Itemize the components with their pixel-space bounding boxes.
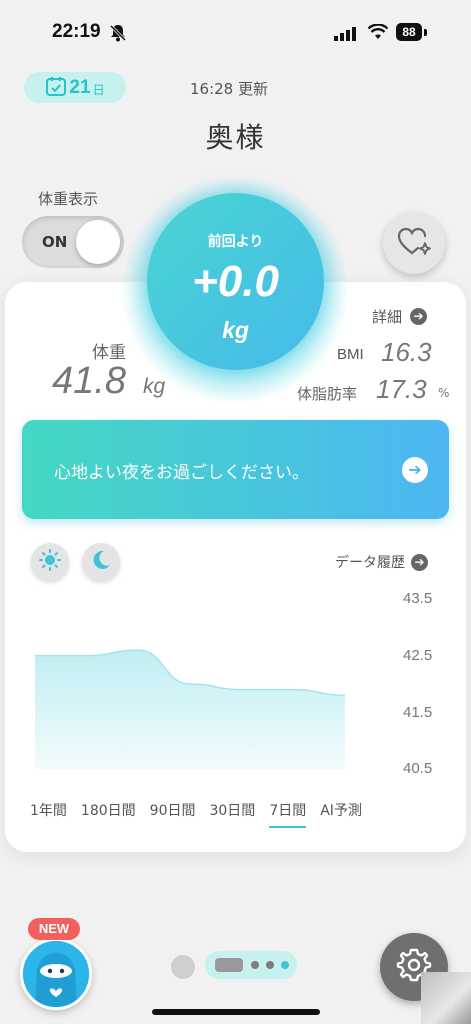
range-tab-ai-forecast[interactable]: AI予測 [320,800,362,828]
bell-muted-icon [109,24,127,46]
history-label: データ履歴 [335,555,405,571]
weight-change-bubble[interactable]: 前回より +0.0 kg [147,193,324,370]
updated-time: 16:28 更新 [190,80,268,98]
y-tick-label: 41.5 [403,704,433,721]
body-fat-label: 体脂肪率 [297,385,358,403]
weight-display-label: 体重表示 [38,190,99,208]
toggle-knob [76,220,120,264]
change-label: 前回より [207,234,264,250]
mascot-avatar-icon [23,941,89,1007]
range-tab-1year[interactable]: 1年間 [30,800,67,828]
day-count: 21 [69,76,91,98]
body-fat-unit: % [438,386,450,400]
new-badge: NEW [28,918,80,940]
signal-icon [334,26,358,45]
message-text: 心地よい夜をお過ごしください。 [54,463,309,483]
day-unit: 日 [92,83,105,97]
weight-display-toggle[interactable]: ON [22,216,124,268]
page-indicator-current [215,958,243,972]
page-dot [281,961,289,969]
weight-unit: kg [143,375,166,398]
sun-icon [39,549,61,575]
data-history-link[interactable]: データ履歴 ➔ [335,552,428,572]
range-tab-90days[interactable]: 90日間 [150,800,196,828]
y-tick-label: 43.5 [403,590,433,607]
night-mode-button[interactable] [82,543,120,581]
page-dot [251,961,259,969]
range-tab-180days[interactable]: 180日間 [81,800,136,828]
favorite-button[interactable] [383,212,445,274]
range-tab-30days[interactable]: 30日間 [209,800,255,828]
chart-svg [35,649,346,769]
status-time: 22:19 [52,21,101,42]
y-tick-label: 40.5 [403,760,433,777]
mascot-button[interactable] [20,938,92,1010]
user-name[interactable]: 奥様 [0,116,471,156]
body-fat-value: 17.3 [376,374,427,404]
battery-indicator: 88 [396,23,422,41]
range-tab-7days[interactable]: 7日間 [269,800,307,828]
y-tick-label: 42.5 [403,647,433,664]
detail-label: 詳細 [372,308,403,326]
home-indicator[interactable] [152,1009,320,1015]
heart-sparkle-icon [396,225,432,261]
bmi-value: 16.3 [381,337,432,367]
pager-indicator-left[interactable] [171,955,195,979]
weight-chart [20,585,460,789]
page-dot [266,961,274,969]
toggle-state-text: ON [42,233,68,251]
bmi-label: BMI [337,346,364,363]
calendar-check-icon [45,75,67,101]
page-indicator[interactable] [205,951,297,979]
change-value: +0.0 [192,257,279,306]
weight-value: 41.8 [52,360,126,402]
screenshot-thumbnail[interactable] [421,972,471,1024]
message-banner[interactable]: 心地よい夜をお過ごしください。 ➔ [22,420,449,519]
wifi-icon [367,23,389,44]
weight-area-series [35,650,345,769]
arrow-right-icon: ➔ [410,308,428,325]
day-mode-button[interactable] [31,543,69,581]
arrow-right-icon: ➔ [402,457,428,483]
detail-link[interactable]: 詳細 ➔ [372,306,428,327]
battery-tip [424,29,427,36]
day-count-chip[interactable]: 21 日 [24,72,126,103]
change-unit: kg [222,317,249,343]
range-tabs: 1年間 180日間 90日間 30日間 7日間 AI予測 [30,800,376,828]
arrow-right-icon: ➔ [411,553,428,571]
moon-icon [89,548,113,576]
